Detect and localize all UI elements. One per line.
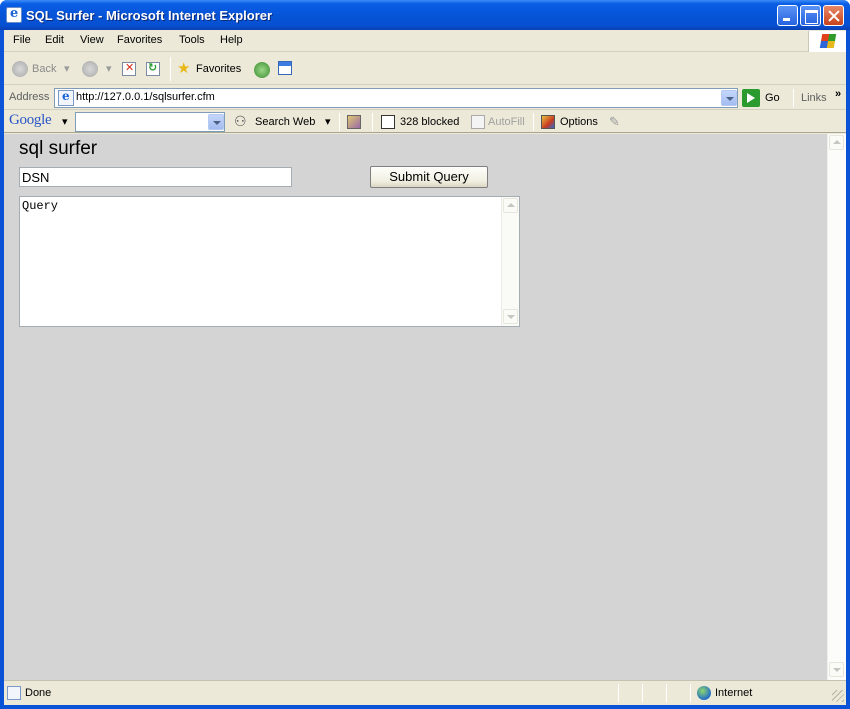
- search-web-button[interactable]: Search Web: [255, 116, 315, 128]
- google-logo-text: Google: [9, 112, 52, 128]
- favorites-star-icon[interactable]: ★: [177, 59, 190, 77]
- forward-dropdown-icon[interactable]: ▾: [106, 62, 112, 75]
- address-label: Address: [9, 91, 50, 103]
- go-arrow-icon[interactable]: [742, 89, 760, 107]
- refresh-icon[interactable]: ↻: [146, 61, 160, 76]
- favorites-button-label[interactable]: Favorites: [196, 63, 241, 75]
- status-separator: [690, 684, 691, 702]
- security-zone-label: Internet: [715, 687, 753, 699]
- windows-logo: [808, 31, 846, 52]
- status-separator: [666, 684, 667, 702]
- toolbar-separator: [170, 57, 171, 81]
- address-dropdown-icon[interactable]: [721, 90, 737, 106]
- highlighter-icon[interactable]: ✎: [609, 114, 620, 130]
- query-text[interactable]: Query: [22, 199, 58, 213]
- query-scrollbar[interactable]: [501, 197, 519, 326]
- options-button[interactable]: Options: [560, 116, 598, 128]
- ie-icon: [6, 6, 22, 23]
- scroll-down-icon[interactable]: [503, 309, 518, 324]
- status-separator: [618, 684, 619, 702]
- forward-arrow-icon[interactable]: [82, 61, 98, 77]
- chevron-right-icon[interactable]: »: [835, 88, 841, 100]
- windows-flag-icon: [819, 34, 837, 48]
- back-dropdown-icon[interactable]: ▾: [64, 62, 70, 75]
- stop-icon[interactable]: ✕: [122, 61, 136, 76]
- status-separator: [642, 684, 643, 702]
- back-arrow-icon[interactable]: [12, 61, 28, 77]
- status-text: Done: [25, 687, 52, 699]
- search-web-binoculars-icon[interactable]: ⚇: [234, 113, 247, 130]
- autofill-icon: [471, 115, 485, 129]
- page-title: sql surfer: [19, 138, 98, 159]
- news-icon[interactable]: [347, 115, 361, 129]
- go-button-label[interactable]: Go: [765, 92, 780, 104]
- close-button[interactable]: [823, 5, 844, 26]
- minimize-button[interactable]: [777, 5, 798, 26]
- back-button-label[interactable]: Back: [32, 63, 56, 75]
- links-label[interactable]: Links: [801, 92, 827, 104]
- scroll-down-icon[interactable]: [829, 662, 844, 677]
- address-separator: [793, 89, 794, 107]
- google-search-dropdown-icon[interactable]: [208, 114, 224, 130]
- address-field[interactable]: http://127.0.0.1/sqlsurfer.cfm: [54, 88, 738, 108]
- status-bar: Done Internet: [4, 680, 846, 705]
- address-url[interactable]: http://127.0.0.1/sqlsurfer.cfm: [76, 91, 215, 103]
- popup-blocker-icon[interactable]: [381, 115, 395, 129]
- google-toolbar: Google ▾ ⚇ Search Web ▾ 328 blocked Auto…: [4, 111, 846, 133]
- menu-favorites[interactable]: Favorites: [117, 34, 162, 46]
- page-scrollbar[interactable]: [827, 134, 846, 680]
- google-separator: [533, 113, 534, 131]
- google-separator: [372, 113, 373, 131]
- google-menu-dropdown-icon[interactable]: ▾: [62, 115, 68, 128]
- menu-edit[interactable]: Edit: [45, 34, 64, 46]
- submit-query-button[interactable]: Submit Query: [370, 166, 488, 188]
- address-bar: Address http://127.0.0.1/sqlsurfer.cfm G…: [4, 86, 846, 110]
- options-icon[interactable]: [541, 115, 555, 129]
- dsn-input[interactable]: DSN: [19, 167, 292, 187]
- internet-zone-globe-icon: [697, 686, 711, 700]
- menu-view[interactable]: View: [80, 34, 104, 46]
- history-icon[interactable]: [254, 62, 270, 78]
- popups-blocked-count[interactable]: 328 blocked: [400, 116, 459, 128]
- page-content: sql surfer DSN Submit Query Query: [4, 134, 827, 680]
- search-web-dropdown-icon[interactable]: ▾: [325, 115, 331, 128]
- new-window-icon[interactable]: [278, 61, 292, 75]
- standard-toolbar: Back ▾ ▾ ✕ ↻ ★ Favorites: [4, 53, 846, 85]
- resize-grip[interactable]: [832, 690, 844, 702]
- scroll-up-icon[interactable]: [829, 135, 844, 150]
- autofill-button: AutoFill: [488, 116, 525, 128]
- query-textarea[interactable]: Query: [19, 196, 520, 327]
- title-bar[interactable]: SQL Surfer - Microsoft Internet Explorer: [0, 0, 850, 30]
- google-logo[interactable]: Google: [9, 112, 52, 129]
- menu-file[interactable]: File: [13, 34, 31, 46]
- maximize-button[interactable]: [800, 5, 821, 26]
- google-separator: [339, 113, 340, 131]
- menu-tools[interactable]: Tools: [179, 34, 205, 46]
- window-title: SQL Surfer - Microsoft Internet Explorer: [26, 8, 273, 23]
- browser-frame: File Edit View Favorites Tools Help Back…: [4, 30, 846, 705]
- menu-bar: File Edit View Favorites Tools Help: [4, 30, 846, 52]
- page-done-icon: [7, 686, 21, 700]
- google-search-input[interactable]: [75, 112, 225, 132]
- browser-window: SQL Surfer - Microsoft Internet Explorer…: [0, 0, 850, 709]
- scroll-up-icon[interactable]: [503, 198, 518, 213]
- menu-help[interactable]: Help: [220, 34, 243, 46]
- page-icon: [58, 89, 74, 106]
